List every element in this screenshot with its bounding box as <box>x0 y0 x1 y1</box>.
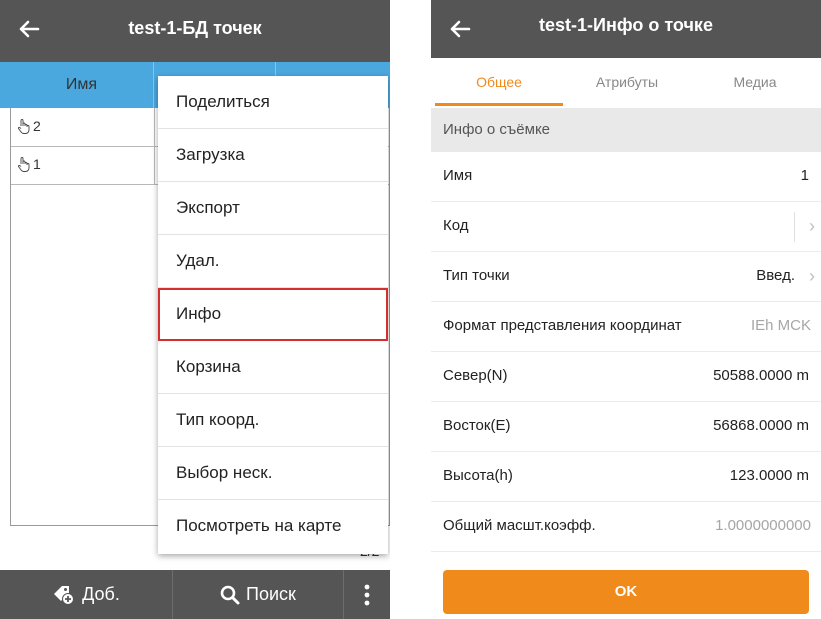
tab-bar: Общее Атрибуты Медиа <box>431 58 821 106</box>
field-height: Высота(h) 123.0000 m <box>431 452 821 502</box>
field-value: 123.0000 m <box>729 467 809 484</box>
bottom-toolbar: Доб. Поиск <box>0 570 390 619</box>
add-label: Доб. <box>82 584 120 604</box>
menu-item-multi-select[interactable]: Выбор неск. <box>158 447 388 500</box>
field-label: Код <box>443 217 469 234</box>
field-value: 56868.0000 m <box>713 417 809 434</box>
field-label: Общий масшт.коэфф. <box>443 517 596 534</box>
menu-item-load[interactable]: Загрузка <box>158 129 388 182</box>
menu-item-trash[interactable]: Корзина <box>158 341 388 394</box>
menu-item-coord-type[interactable]: Тип коорд. <box>158 394 388 447</box>
point-name: 1 <box>33 156 41 172</box>
more-vertical-icon <box>364 584 370 605</box>
menu-item-delete[interactable]: Удал. <box>158 235 388 288</box>
search-label: Поиск <box>246 584 296 604</box>
menu-item-view-on-map[interactable]: Посмотреть на карте <box>158 500 388 553</box>
point-database-screen: test-1-БД точек Имя 2 1 2/2 <box>0 0 390 619</box>
column-header-name[interactable]: Имя <box>10 62 153 108</box>
add-point-icon <box>54 585 75 605</box>
search-icon <box>220 585 240 604</box>
menu-item-share[interactable]: Поделиться <box>158 76 388 129</box>
top-bar: test-1-БД точек <box>0 0 390 62</box>
top-bar: test-1-Инфо о точке <box>431 0 821 58</box>
context-menu: Поделиться Загрузка Экспорт Удал. Инфо К… <box>158 76 388 554</box>
hand-pointer-icon <box>17 119 30 134</box>
field-code[interactable]: Код › <box>431 202 821 252</box>
field-scale-factor: Общий масшт.коэфф. 1.0000000000 <box>431 502 821 552</box>
field-north: Север(N) 50588.0000 m <box>431 352 821 402</box>
field-label: Тип точки <box>443 267 510 284</box>
tab-general[interactable]: Общее <box>435 58 563 106</box>
chevron-right-icon[interactable]: › <box>809 216 815 237</box>
field-east: Восток(E) 56868.0000 m <box>431 402 821 452</box>
page-title: test-1-БД точек <box>128 18 262 38</box>
chevron-right-icon[interactable]: › <box>809 266 815 287</box>
field-label: Имя <box>443 167 473 184</box>
menu-item-info[interactable]: Инфо <box>158 288 388 341</box>
active-tab-indicator <box>435 103 563 106</box>
tab-media[interactable]: Медиа <box>691 58 819 106</box>
more-options-button[interactable] <box>344 570 390 619</box>
menu-item-export[interactable]: Экспорт <box>158 182 388 235</box>
hand-pointer-icon <box>17 157 30 172</box>
field-label: Формат представления координат <box>443 317 682 334</box>
ok-button[interactable]: OK <box>443 570 809 614</box>
point-info-screen: test-1-Инфо о точке Общее Атрибуты Медиа… <box>431 0 821 619</box>
field-coord-format: Формат представления координат IEh MCK <box>431 302 821 352</box>
add-point-button[interactable]: Доб. <box>0 570 172 619</box>
field-label: Восток(E) <box>443 417 511 434</box>
field-label: Высота(h) <box>443 467 513 484</box>
field-value: 50588.0000 m <box>713 367 809 384</box>
section-header: Инфо о съёмке <box>431 108 821 152</box>
field-value: 1.0000000000 <box>715 517 811 534</box>
search-button[interactable]: Поиск <box>173 570 343 619</box>
field-value: IEh MCK <box>750 317 811 334</box>
field-value: Введ. <box>756 267 795 284</box>
field-label: Север(N) <box>443 367 508 384</box>
tab-attributes[interactable]: Атрибуты <box>563 58 691 106</box>
field-name: Имя 1 <box>431 152 821 202</box>
page-title: test-1-Инфо о точке <box>539 15 713 35</box>
field-value: 1 <box>800 167 809 184</box>
point-name: 2 <box>33 118 41 134</box>
field-point-type[interactable]: Тип точки Введ. › <box>431 252 821 302</box>
